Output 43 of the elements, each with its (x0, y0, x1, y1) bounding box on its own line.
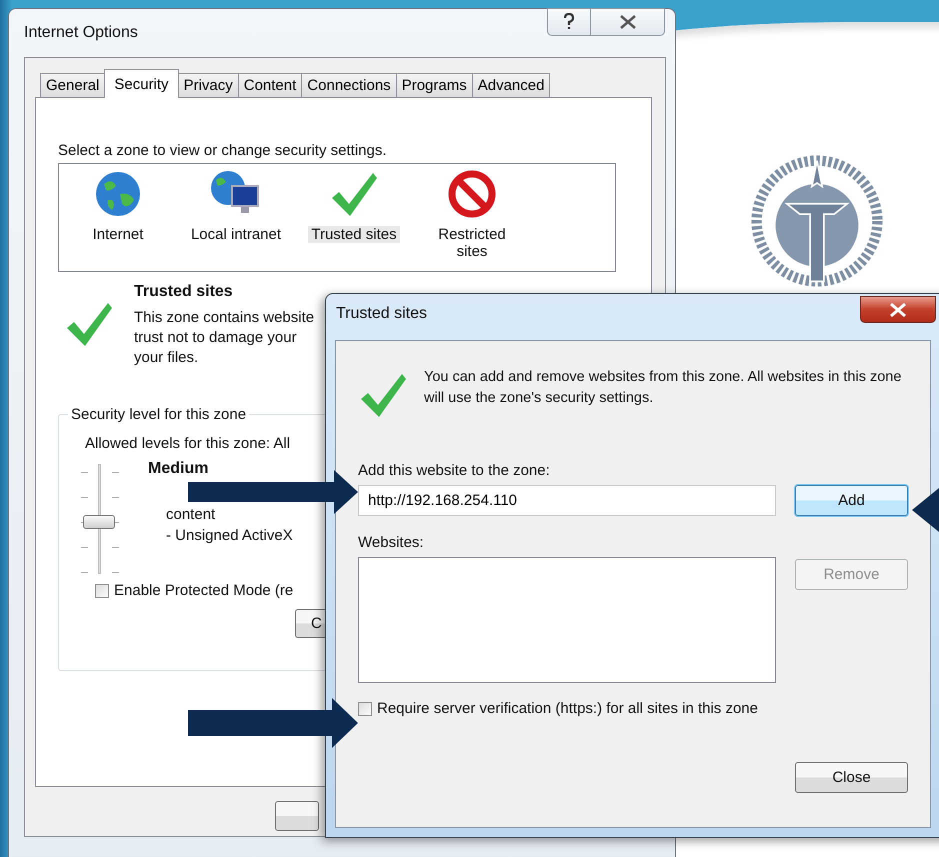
websites-label: Websites: (358, 534, 425, 551)
level-name: Medium (148, 460, 210, 478)
zone-item[interactable]: Trusted sites (308, 226, 400, 243)
add-button[interactable]: Add (795, 485, 908, 516)
group-legend: Security level for this zone (68, 406, 250, 423)
help-button[interactable] (547, 8, 591, 36)
window-title: Internet Options (24, 24, 138, 42)
checkbox[interactable] (95, 584, 109, 598)
dialog-button[interactable] (275, 801, 319, 831)
checkbox[interactable] (358, 702, 372, 716)
pointer-arrow (912, 488, 939, 532)
tab[interactable]: Privacy (178, 73, 239, 97)
checkbox-label: Enable Protected Mode (re (114, 582, 294, 599)
zone-description: This zone contains website trust not to damage your your files. (134, 308, 314, 368)
close-button[interactable] (591, 8, 665, 36)
close-dialog-button[interactable]: Close (795, 762, 908, 793)
tab[interactable]: General (40, 73, 106, 97)
tab[interactable]: Programs (396, 73, 473, 97)
custom-button[interactable]: C (295, 609, 325, 638)
field-label: Add this website to the zone: (358, 462, 551, 479)
tab[interactable]: Connections (301, 73, 397, 97)
window-title: Trusted sites (336, 305, 427, 323)
level-details: content - Unsigned ActiveX (166, 505, 293, 546)
help-icon (562, 13, 576, 31)
tab[interactable]: Advanced (472, 73, 550, 97)
zone-prompt: Select a zone to view or change security settings. (58, 142, 388, 159)
allowed-levels-label: Allowed levels for this zone: All (85, 435, 292, 452)
close-icon (889, 302, 907, 316)
close-icon (618, 15, 636, 29)
websites-list[interactable] (358, 557, 776, 683)
no-entry-icon (447, 169, 497, 219)
zone-item[interactable]: Local intranet (188, 226, 284, 243)
globe-icon (94, 169, 142, 219)
website-input-field[interactable]: http://192.168.254.110 (358, 485, 776, 516)
zone-item[interactable]: Internet (90, 226, 146, 243)
tab[interactable]: Security (104, 69, 179, 98)
zone-item[interactable]: Restricted sites (435, 226, 509, 260)
slider-thumb[interactable] (83, 515, 115, 529)
tab[interactable]: Content (238, 73, 302, 97)
close-button[interactable] (860, 296, 936, 323)
checkbox-label: Require server verification (https:) for all sites in this zone (377, 700, 758, 717)
info-text: You can add and remove websites from this zone. All websites in this zone will use the zone's security settings. (424, 368, 902, 408)
zone-heading: Trusted sites (134, 283, 234, 301)
